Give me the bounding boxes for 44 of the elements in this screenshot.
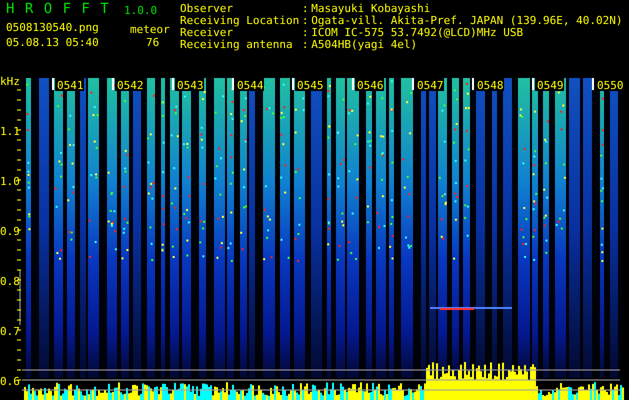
- time-marker: [532, 78, 534, 90]
- frequency-label: 1.1: [0, 125, 20, 138]
- frequency-label: 0.7: [0, 325, 20, 338]
- meteor-count: 76: [145, 37, 160, 49]
- time-marker: [232, 78, 234, 90]
- time-marker: [592, 78, 594, 90]
- info-value: ICOM IC-575 53.7492(@LCD)MHz USB: [311, 27, 524, 39]
- time-label: 0541: [57, 79, 84, 92]
- time-label: 0550: [597, 79, 624, 92]
- info-value: Masayuki Kobayashi: [311, 3, 432, 15]
- time-marker: [292, 78, 294, 90]
- time-marker: [172, 78, 174, 90]
- frequency-label: 0.9: [0, 225, 20, 238]
- colon-separator: :: [300, 39, 310, 51]
- time-label: 0547: [417, 79, 444, 92]
- info-label: Observer: [180, 3, 234, 15]
- time-marker: [352, 78, 354, 90]
- colon-separator: :: [300, 27, 310, 39]
- time-label: 0548: [477, 79, 504, 92]
- app-title: H R O F F T: [6, 3, 111, 19]
- time-marker: [52, 78, 54, 90]
- info-label: Receiver: [180, 27, 233, 39]
- time-label: 0544: [237, 79, 264, 92]
- file-name: 0508130540.png: [6, 22, 100, 34]
- unit-label: kHz: [0, 75, 20, 88]
- info-value: Ogata-vill. Akita-Pref. JAPAN (139.96E, 40.02N): [311, 15, 622, 27]
- frequency-label: 1.0: [0, 175, 20, 188]
- time-label: 0542: [117, 79, 144, 92]
- colon-separator: :: [300, 15, 310, 27]
- version-number: 1.0.0: [124, 5, 158, 17]
- date-time: 05.08.13 05:40: [6, 37, 100, 49]
- time-marker: [112, 78, 114, 90]
- time-label: 0545: [297, 79, 324, 92]
- colon-separator: :: [300, 3, 310, 15]
- info-label: Receiving antenna: [180, 39, 294, 51]
- time-marker: [472, 78, 474, 90]
- time-label: 0546: [357, 79, 384, 92]
- frequency-label: 0.8: [0, 275, 20, 288]
- info-value: A504HB(yagi 4el): [311, 39, 418, 51]
- time-label: 0543: [177, 79, 204, 92]
- time-marker: [412, 78, 414, 90]
- frequency-label: 0.6: [0, 375, 20, 388]
- time-label: 0549: [537, 79, 564, 92]
- info-label: Receiving Location: [180, 15, 300, 27]
